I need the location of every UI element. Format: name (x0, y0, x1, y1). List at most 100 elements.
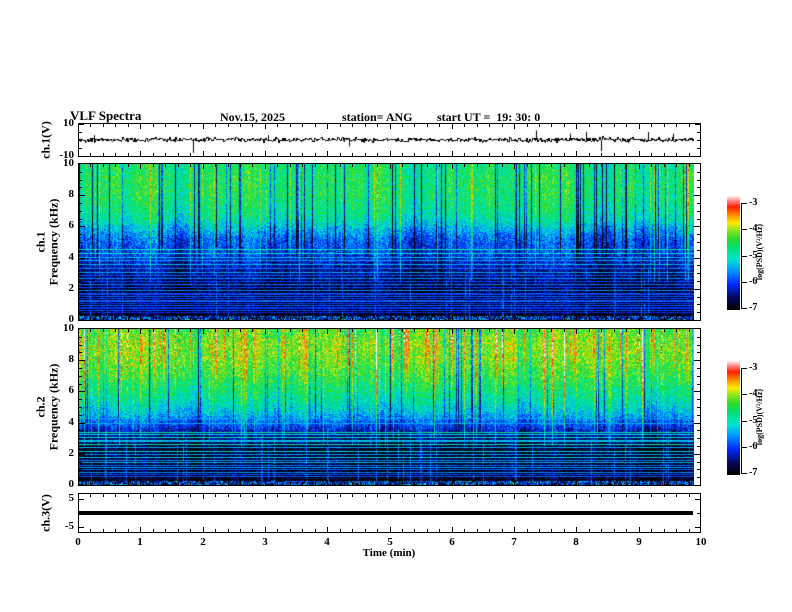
time-tick (439, 494, 440, 497)
time-tick (390, 315, 391, 320)
volt-tick (79, 132, 82, 133)
time-tick (477, 164, 478, 167)
time-tick (551, 482, 552, 485)
ch1-spectrogram-canvas (79, 164, 694, 320)
volt-tick (697, 148, 700, 149)
time-tick (103, 482, 104, 485)
time-tick (452, 151, 453, 156)
time-tick (664, 494, 665, 497)
time-tick (614, 529, 615, 532)
time-tick (302, 494, 303, 497)
time-tick (115, 317, 116, 320)
time-tick (614, 164, 615, 167)
time-tick (228, 153, 229, 156)
time-tick (514, 480, 515, 485)
ch1-frequency-axis-label-line2: Frequency (kHz) (46, 198, 60, 286)
time-tick (539, 529, 540, 532)
time-tick (377, 153, 378, 156)
time-tick (165, 153, 166, 156)
time-tick (90, 164, 91, 167)
time-tick (165, 317, 166, 320)
time-tick (639, 494, 640, 499)
time-tick (477, 482, 478, 485)
time-tick (103, 494, 104, 497)
time-tick (527, 317, 528, 320)
time-tick (527, 164, 528, 167)
y-tick-label: 2 (68, 447, 75, 459)
time-tick (377, 529, 378, 532)
time-tick (427, 164, 428, 167)
time-tick (302, 164, 303, 167)
freq-tick (694, 454, 700, 455)
freq-tick (79, 407, 82, 408)
freq-tick (697, 446, 700, 447)
freq-tick (697, 462, 700, 463)
time-tick (427, 329, 428, 332)
ch1-frequency-axis-label: ch.1 Frequency (kHz) (33, 198, 60, 286)
time-tick (626, 124, 627, 127)
time-tick (277, 329, 278, 332)
time-tick (551, 153, 552, 156)
time-tick (265, 329, 266, 334)
freq-tick (79, 180, 82, 181)
freq-tick (697, 312, 700, 313)
time-tick (626, 529, 627, 532)
time-tick (689, 482, 690, 485)
time-tick (302, 482, 303, 485)
time-tick (402, 529, 403, 532)
time-tick (140, 164, 141, 169)
colorbar-tick (741, 256, 747, 257)
time-tick (140, 124, 141, 129)
y-tick-label: 8 (68, 188, 75, 200)
time-tick (676, 494, 677, 497)
volt-tick (697, 140, 700, 141)
time-tick (414, 529, 415, 532)
volt-tick (79, 513, 82, 514)
time-tick (140, 151, 141, 156)
freq-tick (694, 289, 700, 290)
colorbar-tick-label: -4 (749, 388, 758, 399)
time-tick (414, 124, 415, 127)
time-tick (340, 124, 341, 127)
time-tick (514, 527, 515, 532)
time-tick (365, 482, 366, 485)
time-tick (128, 317, 129, 320)
time-tick (514, 151, 515, 156)
time-tick (165, 329, 166, 332)
freq-tick (697, 399, 700, 400)
time-tick (178, 529, 179, 532)
time-tick (115, 164, 116, 167)
time-tick (327, 124, 328, 129)
time-tick (689, 317, 690, 320)
time-tick (103, 329, 104, 332)
time-tick (265, 151, 266, 156)
time-tick (178, 153, 179, 156)
time-tick (664, 482, 665, 485)
time-tick (589, 164, 590, 167)
time-tick (302, 317, 303, 320)
volt-tick (695, 499, 700, 500)
time-tick (539, 494, 540, 497)
time-tick (115, 529, 116, 532)
time-tick (651, 164, 652, 167)
time-tick (589, 153, 590, 156)
freq-tick (79, 203, 82, 204)
time-tick (340, 482, 341, 485)
time-tick (601, 494, 602, 497)
time-tick (464, 329, 465, 332)
time-tick (190, 124, 191, 127)
x-tick-label: 2 (200, 536, 206, 548)
time-tick (153, 529, 154, 532)
time-tick (589, 482, 590, 485)
time-tick (128, 482, 129, 485)
time-tick (128, 124, 129, 127)
time-tick (240, 482, 241, 485)
colorbar-tick (741, 368, 747, 369)
freq-tick (697, 415, 700, 416)
time-tick (664, 164, 665, 167)
freq-tick (697, 337, 700, 338)
time-tick (651, 482, 652, 485)
y-tick-label: -5 (64, 520, 74, 532)
time-tick (228, 124, 229, 127)
colorbar-tick-label: -6 (749, 276, 758, 287)
